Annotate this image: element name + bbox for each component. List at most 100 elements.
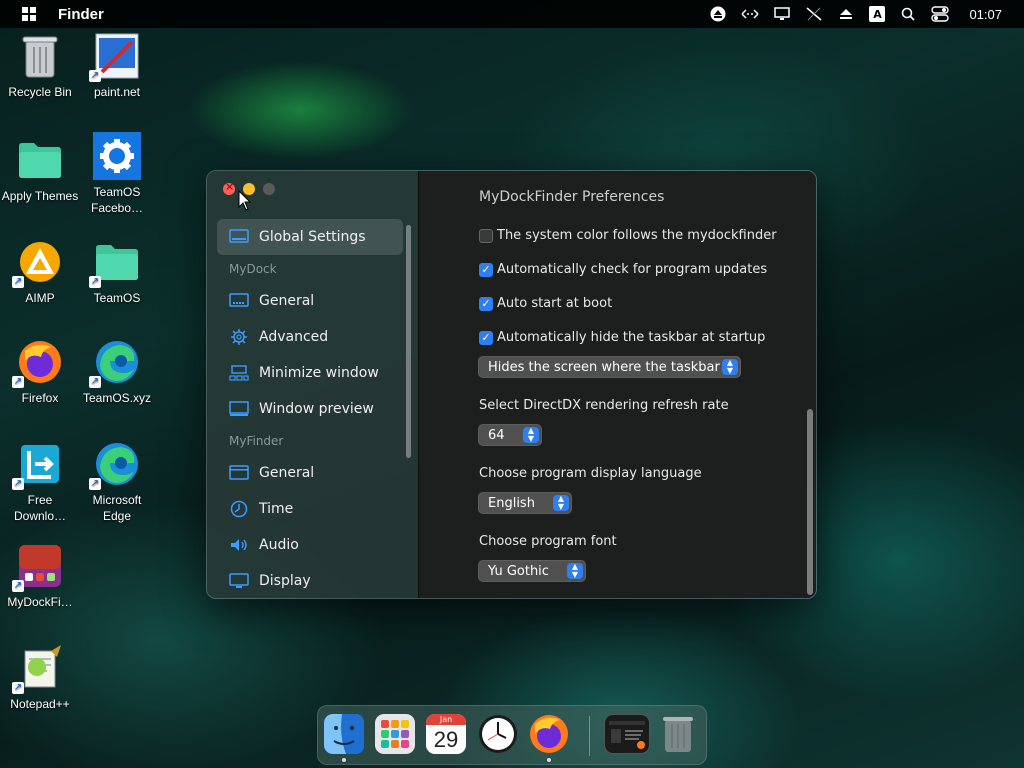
language-value: English: [488, 495, 535, 511]
dock-firefox[interactable]: [529, 714, 569, 754]
network-arrows-icon[interactable]: [741, 5, 759, 23]
sidebar-item-minimize-window[interactable]: Minimize window: [217, 355, 403, 391]
sidebar-item-label: Audio: [259, 537, 299, 553]
minimize-window-icon: [229, 363, 249, 383]
option-check-updates[interactable]: ✓ Automatically check for program update…: [479, 262, 767, 277]
desktop-icon-label: Notepad++: [10, 697, 70, 711]
option-label: The system color follows the mydockfinde…: [497, 228, 777, 243]
sidebar-item-advanced[interactable]: Advanced: [217, 319, 403, 355]
active-app-name[interactable]: Finder: [58, 6, 104, 23]
desktop-icon-teamos-xyz[interactable]: ↗ TeamOS.xyz: [77, 338, 157, 406]
desktop-icon-paint-net[interactable]: ↗ paint.net: [77, 32, 157, 100]
aimp-icon: ↗: [12, 238, 64, 288]
input-method-icon[interactable]: A: [869, 6, 886, 22]
sidebar-item-window-preview[interactable]: Window preview: [217, 391, 403, 427]
launchpad-icon: [381, 720, 409, 748]
sidebar-item-label: Display: [259, 573, 311, 589]
eject-icon[interactable]: [837, 5, 855, 23]
window-preview-icon: [229, 399, 249, 419]
font-value: Yu Gothic: [488, 563, 549, 579]
desktop-icon-microsoft-edge[interactable]: ↗ Microsoft Edge: [77, 440, 157, 524]
sidebar-item-mydock-general[interactable]: General: [217, 283, 403, 319]
font-select[interactable]: Yu Gothic ▲ ▼: [478, 560, 586, 582]
sidebar-item-label: Global Settings: [259, 229, 366, 245]
sidebar-section-mydock: MyDock: [229, 262, 277, 276]
download-manager-icon: ↗: [12, 440, 64, 490]
menu-bar: Finder A 01:07: [0, 0, 1024, 28]
close-window-button[interactable]: [223, 180, 235, 195]
desktop-icon-teamos[interactable]: ↗ TeamOS: [77, 238, 157, 306]
dock-icon: [229, 291, 249, 311]
desktop-icon-apply-themes[interactable]: Apply Themes: [0, 136, 80, 204]
menubar-clock[interactable]: 01:07: [969, 7, 1002, 22]
option-hide-taskbar[interactable]: ✓ Automatically hide the taskbar at star…: [479, 330, 765, 345]
option-system-color[interactable]: The system color follows the mydockfinde…: [479, 228, 777, 243]
monitor-icon: [229, 227, 249, 247]
sidebar-item-label: General: [259, 293, 315, 309]
checkbox-auto-start[interactable]: ✓: [479, 296, 493, 311]
sidebar-item-audio[interactable]: Audio: [217, 527, 403, 563]
firefox-icon: ↗: [12, 338, 64, 388]
language-label: Choose program display language: [479, 466, 702, 481]
clock-icon: [229, 499, 249, 519]
desktop-icon-firefox[interactable]: ↗ Firefox: [0, 338, 80, 406]
desktop-icon-label: AIMP: [25, 291, 55, 305]
calendar-month: Jan: [426, 714, 466, 725]
sidebar-nav: Global Settings MyDock General Advanced …: [217, 219, 403, 598]
gear-icon: [229, 327, 249, 347]
desktop-icon-label: TeamOS Facebo…: [90, 185, 144, 215]
refresh-rate-label: Select DirectDX rendering refresh rate: [479, 398, 729, 413]
sidebar-item-display[interactable]: Display: [217, 563, 403, 598]
sidebar-item-myfinder-general[interactable]: General: [217, 455, 403, 491]
windows-logo-icon[interactable]: [22, 7, 36, 21]
desktop-icon-label: Apply Themes: [1, 189, 79, 203]
option-auto-start[interactable]: ✓ Auto start at boot: [479, 296, 612, 311]
maximize-window-button[interactable]: [263, 183, 275, 195]
desktop-icon-aimp[interactable]: ↗ AIMP: [0, 238, 80, 306]
desktop-icon-label: Free Downlo…: [13, 493, 67, 523]
checkbox-system-color[interactable]: [479, 228, 493, 243]
dock-clock[interactable]: [478, 714, 518, 754]
sidebar-section-myfinder: MyFinder: [229, 434, 284, 448]
taskbar-mode-select[interactable]: Hides the screen where the taskbar ▲ ▼: [478, 356, 741, 378]
edge-icon: ↗: [89, 338, 141, 388]
checkbox-hide-taskbar[interactable]: ✓: [479, 330, 493, 345]
desktop-icon-label: Recycle Bin: [8, 85, 72, 99]
dock-calendar[interactable]: Jan 29: [426, 714, 466, 754]
updown-chevron-icon: ▲ ▼: [567, 563, 583, 579]
desktop-icon-teamos-facebook[interactable]: TeamOS Facebo…: [77, 132, 157, 216]
sidebar-scrollbar[interactable]: [406, 225, 411, 458]
language-select[interactable]: English ▲ ▼: [478, 492, 572, 514]
dock-finder[interactable]: [324, 714, 364, 754]
desktop-icon-notepad-plus-plus[interactable]: ↗ Notepad++: [0, 644, 80, 712]
menubar-icon: [229, 463, 249, 483]
display-icon: [229, 571, 249, 591]
desktop-icon-label: Firefox: [21, 391, 59, 405]
desktop-icon-free-download-manager[interactable]: ↗ Free Downlo…: [0, 440, 80, 524]
dock-launchpad[interactable]: [375, 714, 415, 754]
clock-icon: [479, 715, 517, 753]
paint-net-icon: ↗: [89, 32, 141, 82]
dock-trash[interactable]: [658, 714, 698, 754]
font-label: Choose program font: [479, 534, 617, 549]
content-scrollbar[interactable]: [807, 409, 813, 595]
eject-circle-icon[interactable]: [709, 5, 727, 23]
sidebar-item-label: Advanced: [259, 329, 329, 345]
control-center-icon[interactable]: [931, 5, 950, 23]
sidebar-item-time[interactable]: Time: [217, 491, 403, 527]
desktop-icon-label: TeamOS.xyz: [82, 391, 151, 405]
network-off-icon[interactable]: [805, 5, 823, 23]
gear-icon: [93, 132, 141, 180]
search-icon[interactable]: [899, 5, 917, 23]
refresh-rate-select[interactable]: 64 ▲ ▼: [478, 424, 542, 446]
display-icon[interactable]: [773, 5, 791, 23]
sidebar-item-label: Window preview: [259, 401, 374, 417]
sidebar-item-label: Time: [259, 501, 294, 517]
dock-mydockfinder-window[interactable]: [604, 714, 650, 754]
sidebar-item-global-settings[interactable]: Global Settings: [217, 219, 403, 255]
desktop-icon-recycle-bin[interactable]: Recycle Bin: [0, 32, 80, 100]
finder-icon: [324, 714, 364, 754]
desktop-icon-mydockfinder[interactable]: ↗ MyDockFi…: [0, 542, 80, 610]
firefox-icon: [530, 715, 568, 753]
checkbox-check-updates[interactable]: ✓: [479, 262, 493, 277]
